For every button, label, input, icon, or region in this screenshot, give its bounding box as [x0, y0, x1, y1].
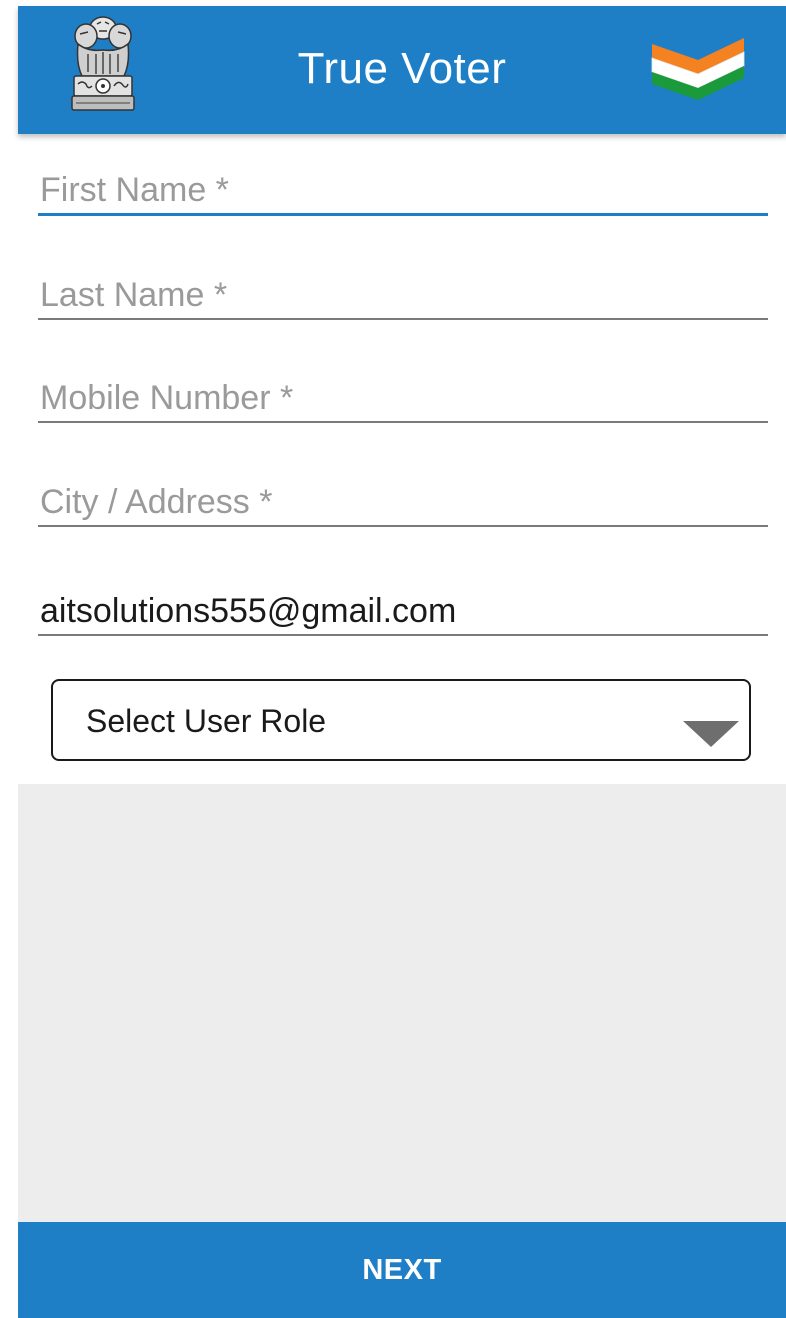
tricolor-flag-icon [648, 30, 748, 100]
mobile-number-input[interactable] [38, 375, 768, 423]
next-button[interactable]: NEXT [18, 1222, 786, 1318]
first-name-input[interactable] [38, 168, 768, 216]
dropdown-arrow-icon [683, 721, 739, 747]
app-screen: True Voter Select User Role NEXT [18, 6, 786, 1318]
city-address-field [38, 479, 768, 527]
email-field [38, 588, 768, 636]
user-role-select[interactable]: Select User Role [51, 679, 751, 761]
city-address-input[interactable] [38, 479, 768, 527]
user-role-select-label: Select User Role [86, 703, 327, 739]
app-bar: True Voter [18, 6, 786, 134]
email-input[interactable] [38, 588, 768, 636]
last-name-field [38, 272, 768, 320]
content-placeholder-area [18, 784, 786, 1222]
last-name-input[interactable] [38, 272, 768, 320]
first-name-field [38, 168, 768, 216]
mobile-number-field [38, 375, 768, 423]
